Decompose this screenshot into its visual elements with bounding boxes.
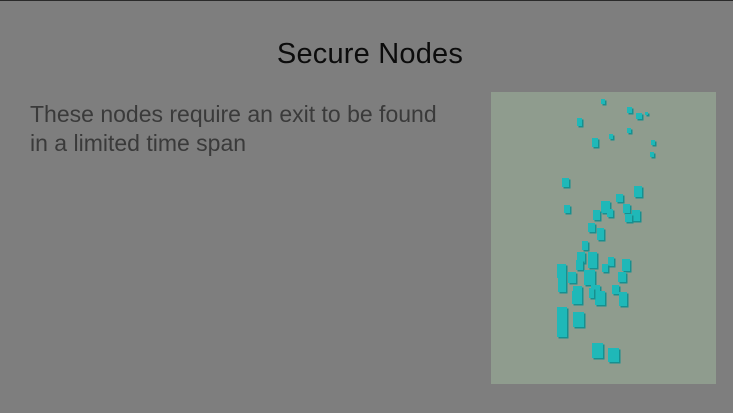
node-cube (568, 272, 578, 285)
panel-description: These nodes require an exit to be found … (30, 101, 437, 156)
nodes-cluster (557, 99, 657, 364)
node-cube (564, 205, 572, 215)
node-cube (627, 128, 633, 135)
node-cube (634, 186, 644, 199)
node-cube (595, 291, 607, 307)
node-cube (623, 204, 632, 215)
node-cube (557, 321, 569, 339)
node-cube (627, 107, 634, 115)
node-cube (645, 112, 650, 117)
node-cube (592, 343, 605, 360)
node-cube (588, 223, 597, 234)
node-cube (597, 228, 606, 242)
node-cube (601, 99, 607, 106)
node-cube (558, 278, 568, 294)
node-cube (593, 210, 602, 222)
node-cube (557, 264, 568, 280)
top-border (0, 0, 733, 1)
node-cube (650, 152, 656, 159)
node-cube (607, 209, 615, 219)
node-cube (562, 178, 571, 189)
node-cube (616, 194, 625, 204)
node-cube (651, 140, 657, 147)
node-cube (573, 312, 586, 329)
node-cube (582, 241, 590, 252)
node-preview-image (491, 92, 716, 384)
node-cube (588, 252, 599, 270)
node-cube (619, 292, 629, 308)
node-cube (572, 291, 584, 306)
node-cube (636, 113, 644, 121)
node-cube (592, 138, 600, 149)
node-cube (576, 260, 585, 272)
panel-title: Secure Nodes (276, 38, 464, 70)
node-cube (622, 259, 632, 273)
node-cube (557, 307, 569, 323)
node-cube (584, 270, 597, 287)
node-cube (618, 272, 628, 284)
secure-nodes-panel: Secure Nodes These nodes require an exit… (0, 0, 733, 413)
node-cube (577, 118, 584, 128)
node-cube (589, 288, 596, 300)
node-cube (608, 348, 621, 364)
node-cube (609, 134, 615, 141)
